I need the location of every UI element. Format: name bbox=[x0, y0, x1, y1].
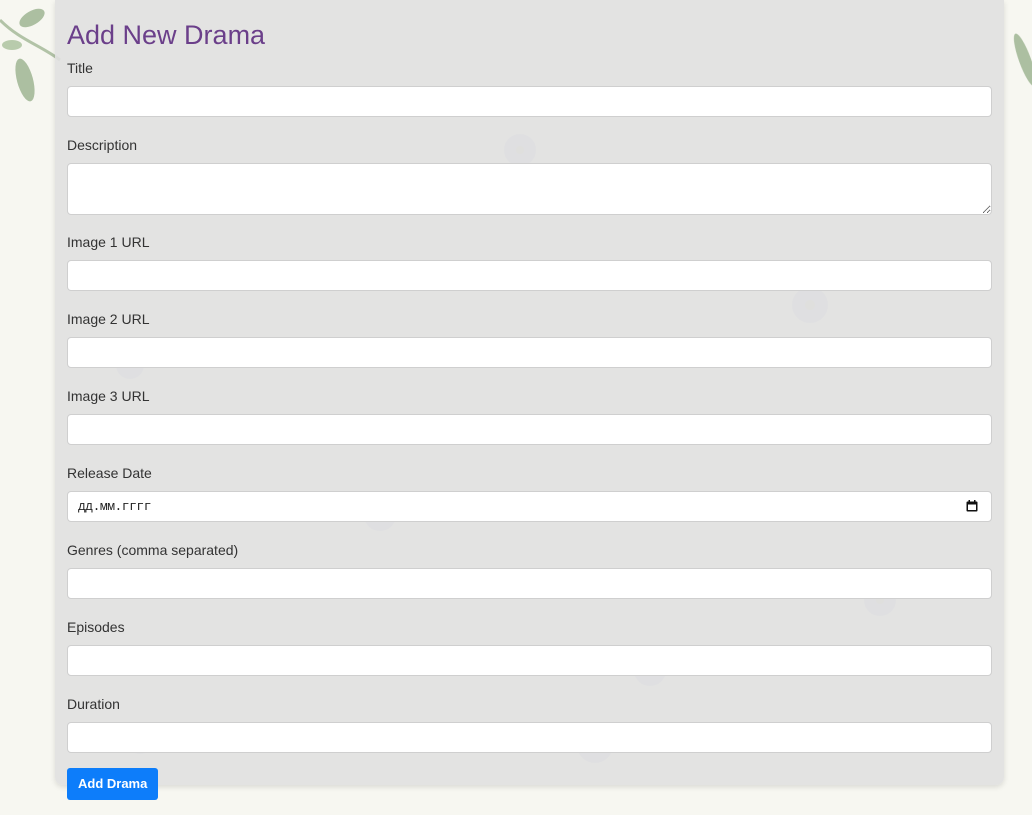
add-drama-form: Add New Drama Title Description Image 1 … bbox=[55, 0, 1004, 800]
release-date-placeholder[interactable]: дд.мм.гггг bbox=[78, 499, 152, 514]
field-image2: Image 2 URL bbox=[67, 311, 992, 368]
field-description: Description bbox=[67, 137, 992, 215]
form-title: Add New Drama bbox=[67, 20, 266, 50]
description-label: Description bbox=[67, 137, 138, 153]
title-label: Title bbox=[67, 60, 93, 76]
duration-input[interactable] bbox=[67, 722, 992, 753]
image3-label: Image 3 URL bbox=[67, 388, 150, 404]
release-date-input[interactable]: дд.мм.гггг bbox=[67, 491, 992, 522]
field-genres: Genres (comma separated) bbox=[67, 542, 992, 599]
image2-url-input[interactable] bbox=[67, 337, 992, 368]
description-textarea[interactable] bbox=[67, 163, 992, 215]
calendar-icon[interactable] bbox=[966, 500, 978, 512]
title-input[interactable] bbox=[67, 86, 992, 117]
field-image1: Image 1 URL bbox=[67, 234, 992, 291]
field-release-date: Release Date дд.мм.гггг bbox=[67, 465, 992, 522]
episodes-input[interactable] bbox=[67, 645, 992, 676]
field-image3: Image 3 URL bbox=[67, 388, 992, 445]
add-drama-button[interactable]: Add Drama bbox=[67, 768, 159, 800]
image2-label: Image 2 URL bbox=[67, 311, 150, 327]
release-date-label: Release Date bbox=[67, 465, 152, 481]
episodes-label: Episodes bbox=[67, 619, 125, 635]
duration-label: Duration bbox=[67, 696, 120, 712]
genres-label: Genres (comma separated) bbox=[67, 542, 239, 558]
field-duration: Duration bbox=[67, 696, 992, 753]
field-title: Title bbox=[67, 60, 992, 117]
image1-label: Image 1 URL bbox=[67, 234, 150, 250]
field-episodes: Episodes bbox=[67, 619, 992, 676]
image1-url-input[interactable] bbox=[67, 260, 992, 291]
genres-input[interactable] bbox=[67, 568, 992, 599]
image3-url-input[interactable] bbox=[67, 414, 992, 445]
